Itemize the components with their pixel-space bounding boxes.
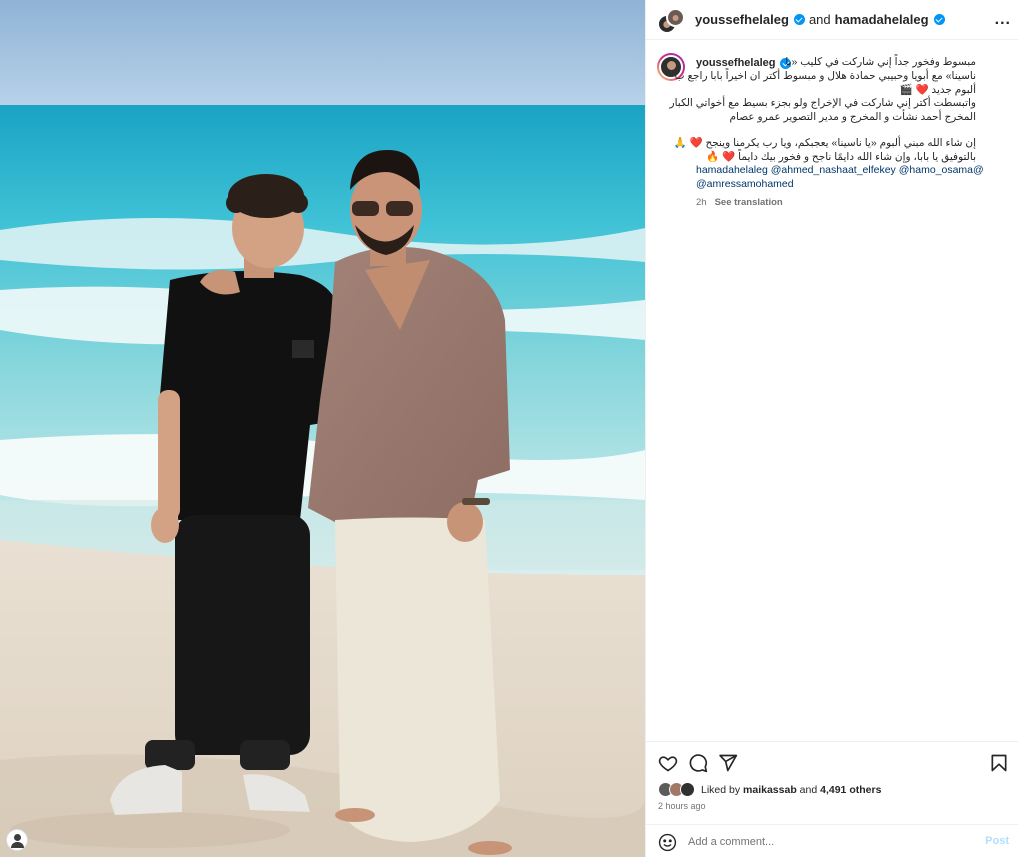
avatar[interactable] [680,782,695,797]
send-icon[interactable] [718,753,738,773]
beach-photo-illustration [0,0,645,857]
author-username[interactable]: youssefhelaleg [695,12,789,27]
collab-names: youssefhelaleg and hamadahelaleg [695,12,945,27]
emoji-icon[interactable] [658,833,677,852]
comment-input[interactable] [688,833,968,851]
post-button[interactable]: Post [985,835,1009,847]
verified-badge-icon [793,14,805,25]
caption-line: ناسينا» مع أبويا وحبيبي حمادة هلال و مبس… [674,69,976,82]
caption-line: بالتوفيق يا بابا، وإن شاء الله دايمًا نا… [706,150,976,163]
caption-meta: 2h See translation [696,197,783,208]
liker-username[interactable]: maikassab [743,784,797,796]
post-timestamp[interactable]: 2 hours ago [658,801,706,811]
collab-conjunction: and [808,12,831,27]
liker-avatars[interactable] [658,782,698,798]
comment-icon[interactable] [688,753,708,773]
collab-avatars[interactable] [657,8,685,34]
comment-bar: Post [646,824,1018,857]
caption-mentions: hamadahelaleg @ahmed_nashaat_elfekey @ha… [696,164,996,192]
mention-link[interactable]: hamadahelaleg [696,164,768,176]
caption-line: المخرج أحمد نشأت و المخرج و مدير التصوير… [729,111,976,124]
caption-line: مبسوط وفخور جداً إني شاركت في كليب «يا [785,56,976,68]
caption-line: واتبسطت أكتر إني شاركت في الإخراج ولو بج… [669,97,977,110]
see-translation-link[interactable]: See translation [715,197,783,208]
heart-icon[interactable] [658,753,678,773]
collaborator-username[interactable]: hamadahelaleg [835,12,929,27]
likes-prefix: Liked by [701,784,741,796]
mention-link[interactable]: @ahmed_nashaat_elfekey [771,164,896,176]
likes-connector: and [799,784,818,796]
mention-link[interactable]: @hamo_osama@ [899,164,984,176]
avatar[interactable] [666,8,685,27]
tagged-user-icon[interactable] [6,829,28,851]
action-bar [646,741,1018,783]
post-photo[interactable] [0,0,645,857]
caption-area: youssefhelaleg مبسوط وفخور جداً إني شارك… [646,40,1018,740]
caption-text: مبسوط وفخور جداً إني شاركت في كليب «يا ن… [669,56,977,165]
post-header: youssefhelaleg and hamadahelaleg ... [646,0,1018,40]
likes-text: Liked by maikassab and 4,491 others [701,784,881,796]
likes-row: Liked by maikassab and 4,491 others [658,782,881,798]
likes-others[interactable]: 4,491 others [820,784,881,796]
post-sidebar: youssefhelaleg and hamadahelaleg ... you… [645,0,1018,857]
verified-badge-icon [933,14,945,25]
caption-line: ألبوم جديد ❤️ 🎬 [899,83,976,96]
caption-line: إن شاء الله مبني ألبوم «يا ناسينا» يعجبك… [673,136,976,149]
more-options-icon[interactable]: ... [995,11,1011,29]
mention-link[interactable]: @amressamohamed [696,178,794,190]
caption-time: 2h [696,197,707,208]
bookmark-icon[interactable] [989,753,1009,773]
